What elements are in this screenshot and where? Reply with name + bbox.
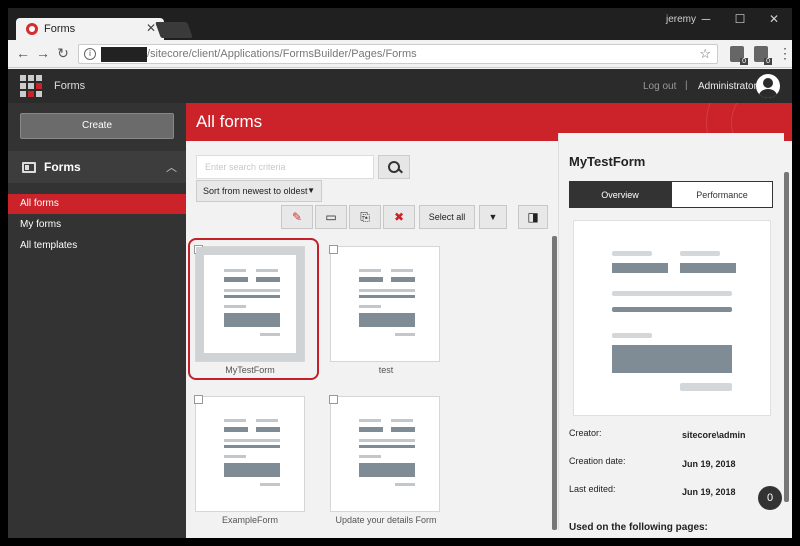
preview-line <box>359 439 415 442</box>
preview-line <box>224 439 280 442</box>
search-box[interactable] <box>196 155 374 179</box>
last-edited-label: Last edited: <box>569 484 616 494</box>
preview-line <box>391 269 413 272</box>
panel-form-title: MyTestForm <box>569 154 646 169</box>
preview-field <box>612 263 668 273</box>
creation-date-label: Creation date: <box>569 456 626 466</box>
preview-line <box>224 455 246 458</box>
duplicate-button[interactable]: ⎘ <box>349 205 381 229</box>
form-card-test[interactable] <box>329 245 440 362</box>
form-card-update-details[interactable] <box>329 395 440 512</box>
toggle-panel-button[interactable]: ◨ <box>518 205 548 229</box>
preview-line <box>224 419 246 422</box>
panel-scrollbar[interactable] <box>784 172 789 502</box>
duplicate-icon: ⎘ <box>360 210 370 224</box>
preview-line <box>612 251 652 256</box>
preview-field <box>391 427 415 432</box>
preview-textarea <box>224 463 280 477</box>
search-button[interactable] <box>378 155 410 179</box>
form-card-exampleform[interactable] <box>194 395 305 512</box>
more-options-button[interactable]: ▼ <box>479 205 507 229</box>
preview-field <box>224 427 248 432</box>
preview-field <box>224 445 280 448</box>
preview-field <box>256 427 280 432</box>
preview-line <box>391 419 413 422</box>
form-card-label[interactable]: test <box>316 365 456 375</box>
preview-line <box>256 419 278 422</box>
preview-field <box>359 427 383 432</box>
tab-overview[interactable]: Overview <box>569 181 671 208</box>
preview-line <box>680 251 720 256</box>
card-checkbox[interactable] <box>329 395 338 404</box>
main-scrollbar[interactable] <box>552 236 557 530</box>
pencil-icon: ✎ <box>291 210 303 224</box>
edit-button[interactable]: ✎ <box>281 205 313 229</box>
creation-date-value: Jun 19, 2018 <box>682 459 736 469</box>
card-checkbox[interactable] <box>329 245 338 254</box>
count-badge[interactable]: 0 <box>758 486 782 510</box>
preview-line <box>395 483 415 486</box>
preview-field <box>359 277 383 282</box>
form-card-label[interactable]: ExampleForm <box>180 515 320 525</box>
preview-field <box>612 307 732 312</box>
preview-line <box>395 333 415 336</box>
creator-label: Creator: <box>569 428 602 438</box>
preview-line <box>359 269 381 272</box>
preview-field <box>359 295 415 298</box>
sort-dropdown[interactable]: Sort from newest to oldest ▼ <box>196 180 322 202</box>
last-edited-value: Jun 19, 2018 <box>682 487 736 497</box>
dropdown-arrow-icon: ▼ <box>488 212 498 222</box>
delete-button[interactable]: ✖ <box>383 205 415 229</box>
preview-textarea <box>359 313 415 327</box>
search-input[interactable] <box>197 156 341 178</box>
used-on-pages-heading: Used on the following pages: <box>569 522 708 533</box>
creator-value: sitecore\admin <box>682 430 746 440</box>
dropdown-arrow-icon: ▼ <box>307 186 315 195</box>
tab-performance[interactable]: Performance <box>671 181 773 208</box>
panel-toggle-icon: ◨ <box>527 210 539 224</box>
card-checkbox[interactable] <box>194 395 203 404</box>
form-preview <box>573 220 771 416</box>
preview-textarea <box>612 345 732 373</box>
preview-textarea <box>359 463 415 477</box>
delete-x-icon: ✖ <box>393 210 405 224</box>
preview-line <box>359 455 381 458</box>
preview-field <box>680 263 736 273</box>
form-card-label[interactable]: Update your details Form <box>316 515 456 525</box>
preview-line <box>612 333 652 338</box>
preview-line <box>612 291 732 296</box>
preview-button <box>680 383 732 391</box>
preview-line <box>359 305 381 308</box>
select-all-button[interactable]: Select all <box>419 205 475 229</box>
preview-line <box>359 419 381 422</box>
preview-line <box>359 289 415 292</box>
preview-field <box>359 445 415 448</box>
preview-field <box>391 277 415 282</box>
sort-label: Sort from newest to oldest <box>203 186 308 196</box>
rename-icon: ▭ <box>325 210 337 224</box>
preview-line <box>260 483 280 486</box>
selection-highlight <box>188 238 319 380</box>
rename-button[interactable]: ▭ <box>315 205 347 229</box>
page-title: All forms <box>196 112 263 131</box>
